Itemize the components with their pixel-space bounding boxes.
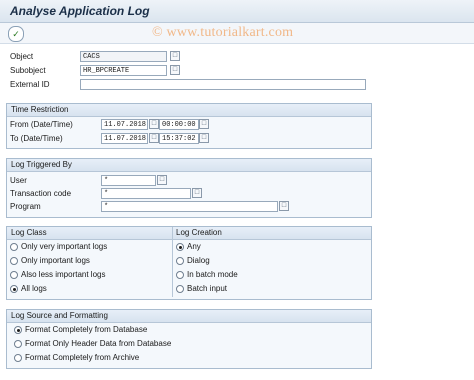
user-help-icon[interactable]: □ <box>157 175 167 185</box>
log-class-label-important: Only important logs <box>21 256 90 265</box>
from-time-field[interactable]: 00:00:00 <box>159 119 199 130</box>
subobject-field[interactable]: HR_BPCREATE <box>80 65 167 76</box>
watermark: © www.tutorialkart.com <box>152 25 294 40</box>
object-label: Object <box>10 52 34 61</box>
log-triggered-by-title: Log Triggered By <box>7 159 371 172</box>
log-class-label-less-important: Also less important logs <box>21 270 106 279</box>
log-class-radio-less-important[interactable] <box>10 271 18 279</box>
log-creation-label-batch-mode: In batch mode <box>187 270 238 279</box>
log-class-radio-important[interactable] <box>10 257 18 265</box>
from-date-calendar-icon[interactable]: □ <box>149 119 159 129</box>
group-divider <box>172 227 173 297</box>
log-creation-radio-batch-input[interactable] <box>176 285 184 293</box>
object-field[interactable]: CACS <box>80 51 167 62</box>
from-date-field[interactable]: 11.07.2018 <box>101 119 148 130</box>
log-creation-radio-any[interactable] <box>176 243 184 251</box>
object-help-icon[interactable]: □ <box>170 51 180 61</box>
log-class-radio-all[interactable] <box>10 285 18 293</box>
log-source-radio-archive[interactable] <box>14 354 22 362</box>
transaction-code-label: Transaction code <box>10 189 72 198</box>
user-field[interactable]: * <box>101 175 156 186</box>
log-source-radio-header-db[interactable] <box>14 340 22 348</box>
log-source-label-header-db: Format Only Header Data from Database <box>25 339 172 348</box>
log-source-label-complete-db: Format Completely from Database <box>25 325 148 334</box>
execute-icon[interactable]: ✓ <box>8 26 24 42</box>
log-source-radio-complete-db[interactable] <box>14 326 22 334</box>
page-title: Analyse Application Log <box>10 4 150 18</box>
log-source-title: Log Source and Formatting <box>7 310 371 323</box>
to-date-calendar-icon[interactable]: □ <box>149 133 159 143</box>
log-creation-radio-batch-mode[interactable] <box>176 271 184 279</box>
transaction-code-field[interactable]: * <box>101 188 191 199</box>
log-creation-label-any: Any <box>187 242 201 251</box>
to-datetime-label: To (Date/Time) <box>10 134 63 143</box>
log-creation-label-batch-input: Batch input <box>187 284 228 293</box>
subobject-label: Subobject <box>10 66 46 75</box>
external-id-field[interactable] <box>80 79 366 90</box>
log-creation-label-dialog: Dialog <box>187 256 210 265</box>
from-time-help-icon[interactable]: □ <box>199 119 209 129</box>
to-time-field[interactable]: 15:37:02 <box>159 133 199 144</box>
to-date-field[interactable]: 11.07.2018 <box>101 133 148 144</box>
to-time-help-icon[interactable]: □ <box>199 133 209 143</box>
log-class-radio-very-important[interactable] <box>10 243 18 251</box>
user-label: User <box>10 176 27 185</box>
program-label: Program <box>10 202 41 211</box>
time-restriction-title: Time Restriction <box>7 104 371 117</box>
program-help-icon[interactable]: □ <box>279 201 289 211</box>
transaction-code-help-icon[interactable]: □ <box>192 188 202 198</box>
program-field[interactable]: * <box>101 201 278 212</box>
external-id-label: External ID <box>10 80 50 89</box>
log-class-label-very-important: Only very important logs <box>21 242 108 251</box>
subobject-help-icon[interactable]: □ <box>170 65 180 75</box>
log-class-label-all: All logs <box>21 284 47 293</box>
title-bar: Analyse Application Log <box>0 0 474 23</box>
log-source-label-archive: Format Completely from Archive <box>25 353 140 362</box>
log-creation-title: Log Creation <box>176 228 222 237</box>
from-datetime-label: From (Date/Time) <box>10 120 73 129</box>
log-creation-radio-dialog[interactable] <box>176 257 184 265</box>
